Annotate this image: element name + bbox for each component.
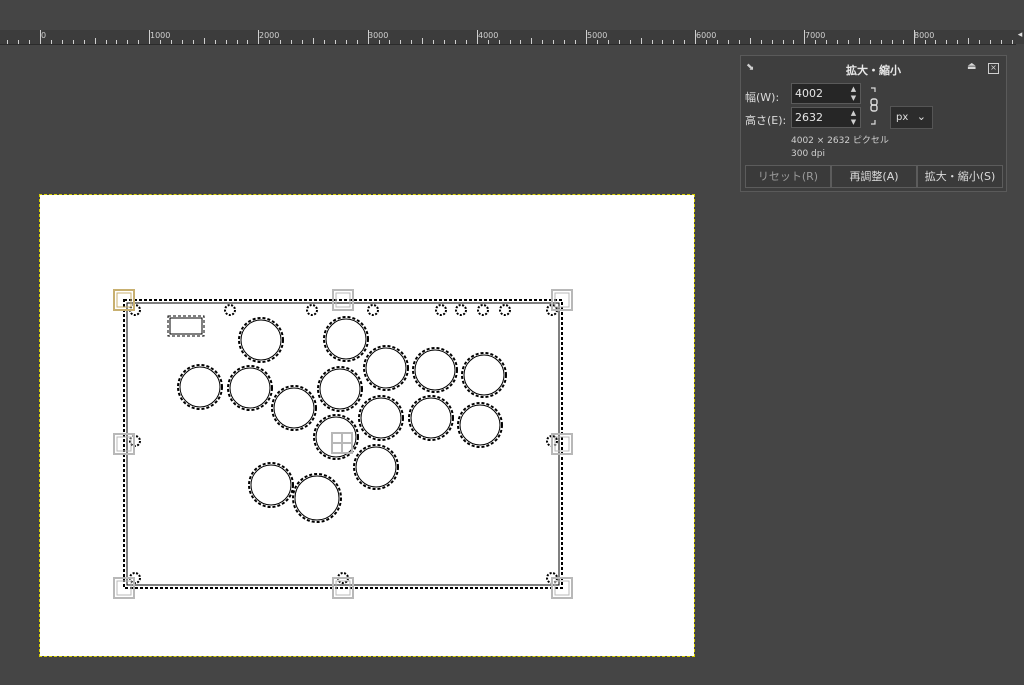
- screw-hole: [367, 304, 379, 316]
- screw-hole: [455, 304, 467, 316]
- button-hole: [271, 385, 317, 431]
- reset-button[interactable]: リセット(R): [745, 165, 831, 188]
- dialog-buttons: リセット(R) 再調整(A) 拡大・縮小(S): [745, 165, 1003, 188]
- ruler-label: 2000: [259, 31, 280, 40]
- ruler-label: 3000: [368, 31, 389, 40]
- button-hole: [412, 347, 458, 393]
- button-hole-inner: [294, 475, 340, 521]
- button-hole: [408, 395, 454, 441]
- image-canvas[interactable]: [39, 194, 695, 657]
- dialog-header: ⬊ 拡大・縮小 ⏏ ×: [741, 56, 1006, 82]
- chain-link-icon[interactable]: [868, 86, 880, 126]
- screw-hole: [306, 304, 318, 316]
- chevron-down-icon: ⌄: [916, 110, 926, 123]
- slot-rect: [167, 315, 205, 337]
- button-hole-inner: [240, 319, 282, 361]
- button-hole: [238, 317, 284, 363]
- button-hole: [292, 473, 342, 523]
- increment-icon[interactable]: ▲: [849, 109, 858, 117]
- width-label: 幅(W):: [745, 91, 780, 104]
- button-hole-inner: [250, 464, 292, 506]
- decrement-icon[interactable]: ▼: [849, 118, 858, 126]
- readjust-button[interactable]: 再調整(A): [831, 165, 917, 188]
- height-label: 高さ(E):: [745, 114, 787, 127]
- button-hole: [363, 345, 409, 391]
- width-field[interactable]: 4002 ▲ ▼: [791, 83, 861, 104]
- button-hole: [323, 316, 369, 362]
- close-icon[interactable]: ×: [988, 63, 999, 74]
- screw-hole: [224, 304, 236, 316]
- button-hole: [457, 402, 503, 448]
- ruler-label: 0: [41, 31, 47, 40]
- unit-select[interactable]: px ⌄: [890, 106, 933, 129]
- transform-handle-inner: [116, 580, 132, 596]
- size-info: 4002 × 2632 ピクセル: [791, 136, 889, 146]
- button-hole-inner: [360, 397, 402, 439]
- button-hole-inner: [410, 397, 452, 439]
- button-hole: [177, 364, 223, 410]
- button-hole-inner: [355, 446, 397, 488]
- ruler-label: 7000: [805, 31, 826, 40]
- horizontal-ruler[interactable]: 0 1000 2000 3000 4000 5000 6000 7000 800…: [0, 30, 1016, 45]
- button-hole-inner: [459, 404, 501, 446]
- slot-rect: [169, 317, 203, 335]
- decrement-icon[interactable]: ▼: [849, 94, 858, 102]
- button-hole-inner: [229, 367, 271, 409]
- ruler-label: 4000: [478, 31, 499, 40]
- ruler-label: 5000: [587, 31, 608, 40]
- button-hole: [353, 444, 399, 490]
- button-hole-inner: [319, 368, 361, 410]
- button-hole: [358, 395, 404, 441]
- layout-drawing: [113, 289, 573, 599]
- width-value: 4002: [795, 87, 823, 100]
- scale-dialog: ⬊ 拡大・縮小 ⏏ × 幅(W): 4002 ▲ ▼ 高さ(E): 2632 ▲…: [740, 55, 1007, 192]
- button-hole-inner: [325, 318, 367, 360]
- button-hole: [461, 352, 507, 398]
- height-value: 2632: [795, 111, 823, 124]
- button-hole: [227, 365, 273, 411]
- button-hole: [317, 366, 363, 412]
- height-field[interactable]: 2632 ▲ ▼: [791, 107, 861, 128]
- button-hole: [248, 462, 294, 508]
- screw-hole: [499, 304, 511, 316]
- button-hole-inner: [414, 349, 456, 391]
- button-hole-inner: [273, 387, 315, 429]
- transform-handle-inner: [335, 292, 351, 308]
- scale-button[interactable]: 拡大・縮小(S): [917, 165, 1003, 188]
- resolution-info: 300 dpi: [791, 149, 825, 159]
- ruler-label: 1000: [150, 31, 171, 40]
- unit-value: px: [896, 112, 909, 123]
- navigate-icon[interactable]: ◂: [1016, 30, 1024, 44]
- button-hole-inner: [365, 347, 407, 389]
- button-hole-inner: [463, 354, 505, 396]
- ruler-label: 6000: [696, 31, 717, 40]
- increment-icon[interactable]: ▲: [849, 85, 858, 93]
- screw-hole: [435, 304, 447, 316]
- ruler-label: 8000: [914, 31, 935, 40]
- eject-menu-icon[interactable]: ⏏: [967, 61, 976, 72]
- button-hole-inner: [179, 366, 221, 408]
- button-hole-inner: [315, 416, 357, 458]
- screw-hole: [477, 304, 489, 316]
